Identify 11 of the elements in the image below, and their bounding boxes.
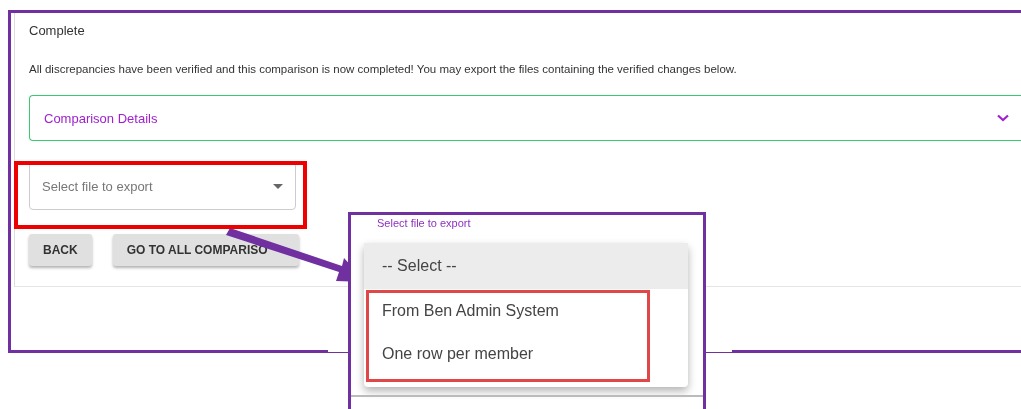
dropdown-option[interactable]: -- Select -- [364,243,688,289]
comparison-details-accordion[interactable]: Comparison Details [29,95,1021,141]
field-label: Select file to export [377,217,471,229]
caret-icon [273,183,283,189]
action-button[interactable]: BACK [29,234,92,266]
chevron-down-icon [997,114,1009,122]
action-button[interactable]: GO TO ALL COMPARISO [112,234,299,266]
dropdown-option[interactable]: From Ben Admin System [364,289,688,332]
dropdown-option[interactable]: One row per member [364,332,688,375]
completion-message: All discrepancies have been verified and this comparison is now completed! You may export the files containing the verified changes below. [29,63,738,75]
card-title: Complete [29,22,86,40]
